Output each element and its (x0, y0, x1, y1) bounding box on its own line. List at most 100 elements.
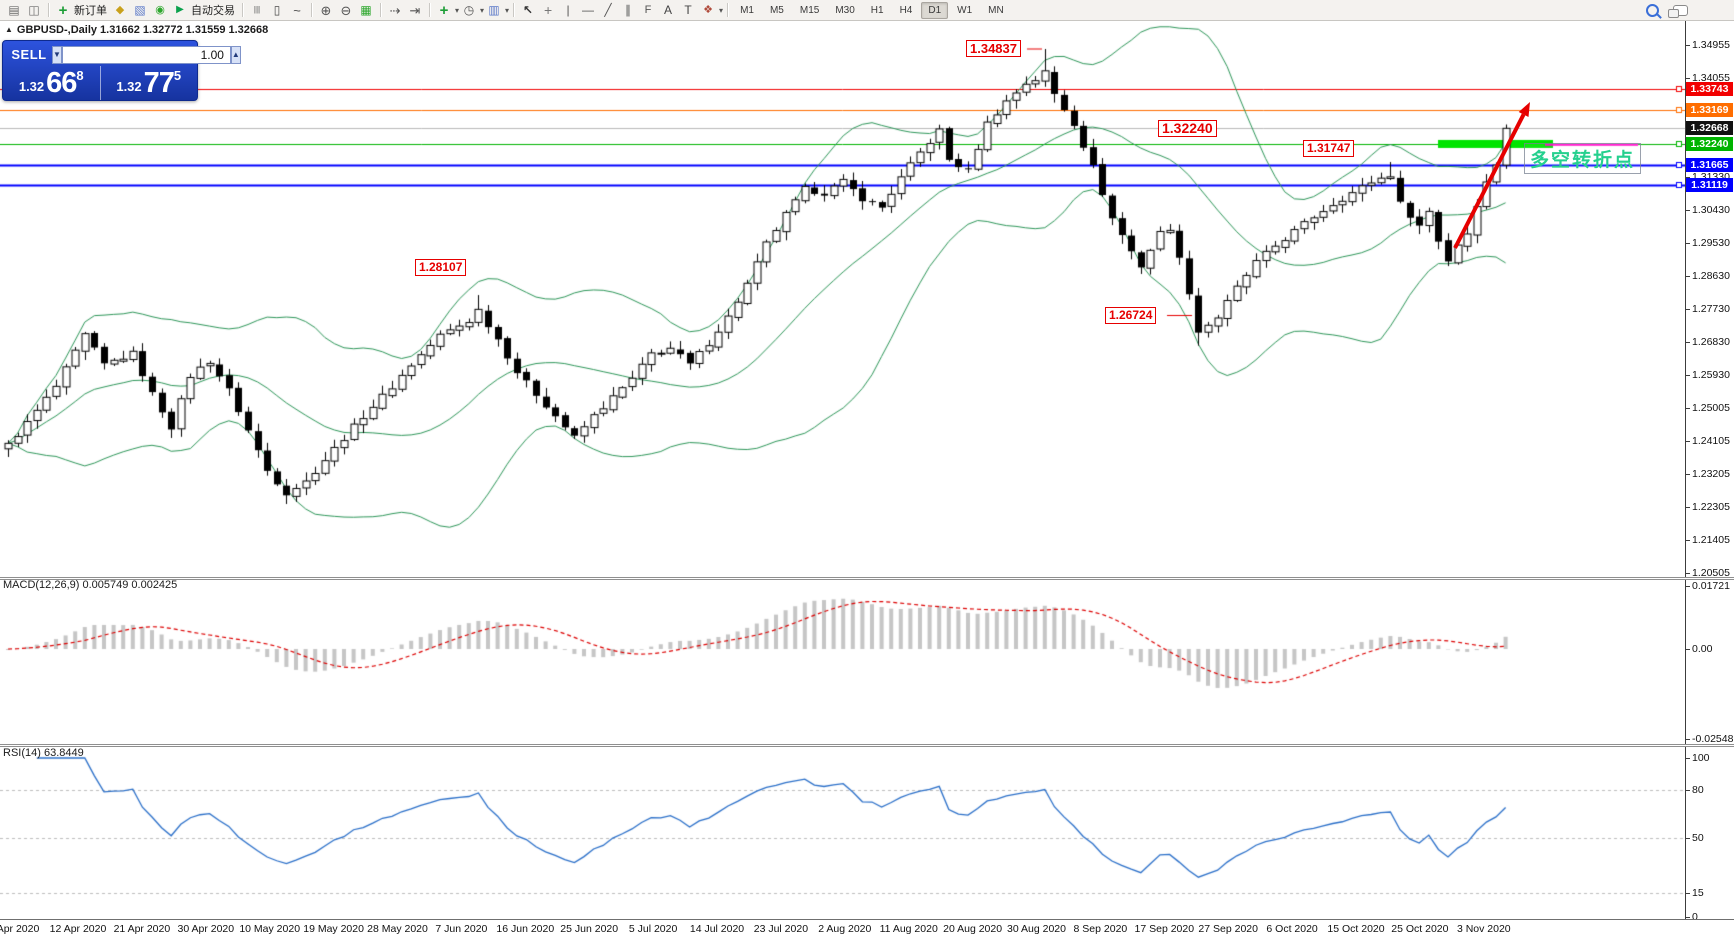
price-tick-label: 1.26830 (1692, 336, 1730, 348)
templates-dropdown-icon[interactable]: ▾ (505, 6, 509, 15)
lot-increase-button[interactable]: ▲ (231, 46, 241, 64)
styles-icon[interactable]: ◆ (111, 1, 129, 19)
autotrading-label[interactable]: 自动交易 (191, 2, 235, 18)
date-axis-label: 27 Sep 2020 (1198, 923, 1258, 935)
chart-shift-icon[interactable]: ⇥ (406, 1, 424, 19)
timeframe-button-m30[interactable]: M30 (828, 2, 861, 19)
one-click-trading-panel: SELL ▼ ▲ BUY 1.32 66 8 1.32 77 5 (2, 40, 198, 101)
timeframe-button-h1[interactable]: H1 (864, 2, 891, 19)
toolbar-right-group (1646, 4, 1730, 17)
price-tick-label: 1.23205 (1692, 468, 1730, 480)
price-callout-1_32240[interactable]: 1.32240 (1158, 120, 1217, 137)
date-axis-label: 16 Jun 2020 (496, 923, 554, 935)
toolbar-group: |||▯~ (247, 0, 307, 20)
timeframe-button-m1[interactable]: M1 (733, 2, 761, 19)
price-callout-1_31747[interactable]: 1.31747 (1303, 140, 1354, 157)
rsi-axis-label: 15 (1692, 887, 1704, 899)
sell-button[interactable]: SELL (6, 47, 52, 62)
rsi-axis-label: 50 (1692, 832, 1704, 844)
sell-price-sup: 8 (76, 69, 83, 82)
bar-chart-icon[interactable]: ||| (248, 1, 266, 19)
date-axis-label: 2 Aug 2020 (818, 923, 871, 935)
pane-separator-macd[interactable] (0, 577, 1734, 580)
zoom-out-icon[interactable]: ⊖ (337, 1, 355, 19)
candlestick-chart-icon[interactable]: ▯ (268, 1, 286, 19)
chart-title-text: GBPUSD-,Daily 1.31662 1.32772 1.31559 1.… (17, 24, 268, 36)
date-axis-label: 25 Jun 2020 (560, 923, 618, 935)
alerts-icon[interactable]: ◉ (151, 1, 169, 19)
price-level-badge: 1.31665 (1686, 158, 1733, 172)
panel-collapse-icon[interactable]: ▲ (5, 25, 13, 34)
date-axis-label: 6 Oct 2020 (1266, 923, 1317, 935)
periods-dropdown-icon[interactable]: ▾ (480, 6, 484, 15)
timeframe-button-d1[interactable]: D1 (921, 2, 948, 19)
new-order-label[interactable]: 新订单 (74, 2, 107, 18)
autotrading-icon[interactable]: ▶ (171, 1, 189, 19)
buy-price-sup: 5 (174, 69, 181, 82)
date-axis-label: 15 Oct 2020 (1327, 923, 1384, 935)
chat-icon[interactable] (1673, 5, 1688, 16)
search-icon[interactable] (1646, 4, 1659, 17)
timeframe-button-m15[interactable]: M15 (793, 2, 826, 19)
date-axis-label: 11 Aug 2020 (880, 923, 938, 935)
price-level-badge: 1.32668 (1686, 121, 1733, 135)
sell-price-area[interactable]: 1.32 66 8 (3, 66, 101, 100)
date-axis-label: Apr 2020 (0, 923, 39, 935)
price-callout-1_34837[interactable]: 1.34837 (966, 40, 1021, 57)
timeframe-button-w1[interactable]: W1 (950, 2, 979, 19)
date-axis-label: 25 Oct 2020 (1391, 923, 1448, 935)
pane-separator-rsi[interactable] (0, 744, 1734, 747)
periods-icon[interactable]: ◷ (460, 1, 478, 19)
horizontal-line-icon[interactable]: — (579, 1, 597, 19)
data-window-icon[interactable]: ◫ (25, 1, 43, 19)
timeframe-button-h4[interactable]: H4 (893, 2, 920, 19)
fibonacci-icon[interactable]: F (639, 1, 657, 19)
bull-bear-turning-point-note[interactable]: 多空转折点 (1524, 143, 1641, 174)
arrows-icon[interactable]: ❖ (699, 1, 717, 19)
toolbar-group: ▤◫ (4, 0, 44, 20)
price-callout-1_26724[interactable]: 1.26724 (1105, 307, 1156, 324)
templates-icon[interactable]: ▥ (485, 1, 503, 19)
toolbar-group: ⇢⇥ (385, 0, 425, 20)
date-axis-label: 14 Jul 2020 (690, 923, 744, 935)
vertical-line-icon[interactable]: | (559, 1, 577, 19)
buy-button[interactable]: BUY (241, 47, 287, 62)
price-chart-canvas[interactable] (0, 21, 1685, 577)
timeframe-group: M1M5M15M30H1H4D1W1MN (732, 0, 1012, 20)
macd-pane-canvas[interactable] (0, 580, 1685, 744)
buy-price-area[interactable]: 1.32 77 5 (101, 66, 198, 100)
crosshair-icon[interactable]: + (539, 1, 557, 19)
text-label-icon[interactable]: T (679, 1, 697, 19)
market-watch-icon[interactable]: ▤ (5, 1, 23, 19)
date-axis-label: 30 Apr 2020 (177, 923, 234, 935)
lot-decrease-button[interactable]: ▼ (52, 46, 62, 64)
arrows-dropdown-icon[interactable]: ▾ (719, 6, 723, 15)
cursor-icon[interactable]: ↖ (519, 1, 537, 19)
date-axis-label: 5 Jul 2020 (629, 923, 677, 935)
equidistant-channel-icon[interactable]: ∥ (619, 1, 637, 19)
price-tick-label: 1.25005 (1692, 402, 1730, 414)
trendline-icon[interactable]: ╱ (599, 1, 617, 19)
date-axis-label: 12 Apr 2020 (50, 923, 107, 935)
line-chart-icon[interactable]: ~ (288, 1, 306, 19)
price-level-badge: 1.32240 (1686, 137, 1733, 151)
indicators-dropdown-icon[interactable]: ▾ (455, 6, 459, 15)
tile-windows-icon[interactable]: ▦ (357, 1, 375, 19)
date-axis[interactable]: Apr 2020 12 Apr 2020 21 Apr 2020 30 Apr 202… (0, 919, 1734, 939)
auto-scroll-icon[interactable]: ⇢ (386, 1, 404, 19)
toolbar-group: ↖+|—╱∥FAT❖▾ (518, 0, 723, 20)
price-scale[interactable]: 1.349551.340551.313301.304301.295301.286… (1685, 21, 1734, 919)
toolbar-group: +新订单◆▧◉▶自动交易 (53, 0, 238, 20)
price-callout-1_28107[interactable]: 1.28107 (415, 259, 466, 276)
zoom-in-icon[interactable]: ⊕ (317, 1, 335, 19)
date-axis-label: 21 Apr 2020 (114, 923, 171, 935)
timeframe-button-mn[interactable]: MN (981, 2, 1011, 19)
date-axis-label: 23 Jul 2020 (754, 923, 808, 935)
text-icon[interactable]: A (659, 1, 677, 19)
lot-size-input[interactable] (62, 46, 231, 64)
profiles-icon[interactable]: ▧ (131, 1, 149, 19)
rsi-pane-canvas[interactable] (0, 747, 1685, 919)
new-order-icon[interactable]: + (54, 1, 72, 19)
timeframe-button-m5[interactable]: M5 (763, 2, 791, 19)
indicators-icon[interactable]: + (435, 1, 453, 19)
